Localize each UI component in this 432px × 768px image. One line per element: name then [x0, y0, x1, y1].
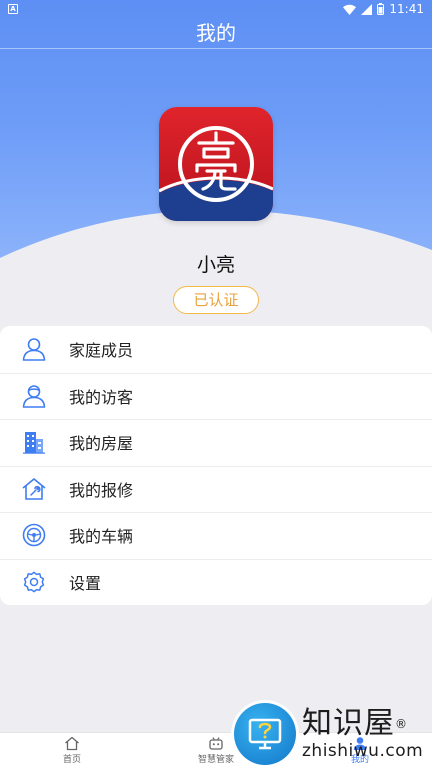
repair-house-icon: [21, 476, 47, 502]
menu-item-my-vehicles[interactable]: 我的车辆: [0, 512, 432, 559]
page-title: 我的: [196, 21, 236, 45]
home-icon: [65, 736, 79, 751]
tab-label: 首页: [62, 755, 81, 765]
watermark-title: 知识屋: [302, 706, 395, 741]
watermark-logo-icon: [234, 703, 296, 765]
tab-label: 智慧管家: [197, 755, 234, 765]
avatar[interactable]: [159, 107, 273, 221]
watermark: 知识屋® zhishiwu.com: [234, 700, 432, 768]
gear-icon: [21, 569, 47, 595]
menu-item-family-members[interactable]: 家庭成员: [0, 326, 432, 373]
visitor-icon: [21, 383, 47, 409]
building-icon: [21, 429, 47, 455]
menu-item-label: 我的报修: [69, 480, 134, 500]
menu-item-my-house[interactable]: 我的房屋: [0, 419, 432, 466]
app-logo-icon: [159, 107, 273, 221]
header-divider: [0, 48, 432, 49]
menu-item-label: 家庭成员: [69, 341, 134, 361]
wifi-icon: [343, 4, 357, 15]
tab-home[interactable]: 首页: [0, 733, 144, 768]
status-bar: A 11:41: [0, 0, 432, 18]
menu-list: 家庭成员 我的访客 我的房屋 我的报修 我的车辆 设置: [0, 326, 432, 605]
menu-item-label: 设置: [69, 573, 102, 593]
robot-icon: [209, 737, 223, 750]
battery-icon: [377, 3, 385, 15]
person-icon: [21, 336, 47, 362]
username: 小亮: [196, 254, 235, 276]
menu-item-label: 我的房屋: [69, 434, 134, 454]
notification-icon: A: [8, 4, 18, 14]
menu-item-settings[interactable]: 设置: [0, 558, 432, 606]
status-time: 11:41: [389, 2, 424, 16]
registered-mark: ®: [395, 717, 408, 731]
menu-item-label: 我的访客: [69, 387, 134, 407]
menu-item-my-repairs[interactable]: 我的报修: [0, 465, 432, 513]
steering-wheel-icon: [21, 522, 47, 548]
verified-badge: 已认证: [173, 286, 259, 314]
watermark-url: zhishiwu.com: [302, 741, 424, 761]
signal-icon: [361, 3, 373, 15]
menu-item-label: 我的车辆: [69, 527, 134, 547]
menu-item-my-visitors[interactable]: 我的访客: [0, 372, 432, 420]
